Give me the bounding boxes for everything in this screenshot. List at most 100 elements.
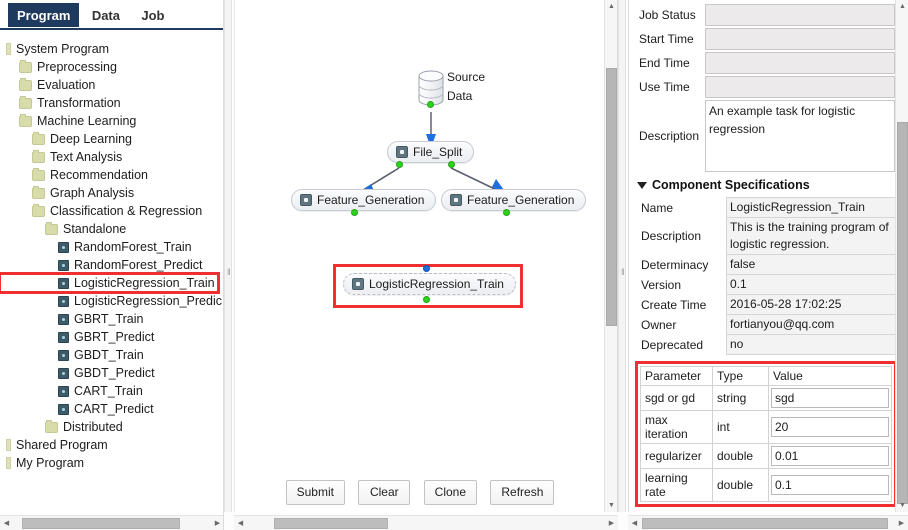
properties-hscroll-thumb[interactable] [642,518,888,529]
tab-job[interactable]: Job [132,3,173,27]
properties-hscrollbar[interactable]: ◀ ▶ [628,515,908,530]
tree-item-randomforest-train[interactable]: RandomForest_Train [0,238,223,256]
tree-item-shared-program[interactable]: Shared Program [0,436,223,454]
tree-item-logisticregression-predic[interactable]: LogisticRegression_Predic [0,292,223,310]
properties-vscrollbar[interactable]: ▲ ▼ [895,0,908,512]
node-logistic-regression-train-label: LogisticRegression_Train [369,277,504,291]
param-value-input-regularizer[interactable] [771,446,889,466]
scroll-left-arrow-icon[interactable]: ◀ [0,516,13,530]
start-time-value [705,28,895,50]
param-name-sgd-or-gd: sgd or gd [640,385,713,411]
task-description-value[interactable]: An example task for logistic regression [705,100,895,172]
tree-item-system-program[interactable]: System Program [0,40,223,58]
tab-program[interactable]: Program [8,3,80,27]
component-icon [450,194,462,206]
file-split-output-port-2[interactable] [448,161,455,168]
tree-item-preprocessing[interactable]: Preprocessing [0,58,223,76]
tree-item-label: CART_Train [74,384,143,398]
tree-item-cart-predict[interactable]: CART_Predict [0,400,223,418]
tree-item-cart-train[interactable]: CART_Train [0,382,223,400]
tree-item-label: Standalone [63,222,127,236]
param-value-input-learning-rate[interactable] [771,475,889,495]
node-feature-generation-right[interactable]: Feature_Generation [441,189,587,211]
workflow-canvas[interactable]: Source Data File_Split Feature_Generatio… [235,0,605,512]
properties-vscroll-thumb[interactable] [897,122,908,504]
scroll-up-arrow-icon[interactable]: ▲ [605,0,617,13]
tab-data[interactable]: Data [83,3,129,27]
component-icon [58,403,69,415]
scroll-left-arrow-icon[interactable]: ◀ [628,516,641,530]
param-row-sgd-or-gd: sgd or gd string [640,385,892,411]
tree-item-gbdt-predict[interactable]: GBDT_Predict [0,364,223,382]
param-type-regularizer: double [712,443,769,469]
scroll-down-arrow-icon[interactable]: ▼ [605,499,617,512]
component-icon [58,295,69,307]
tree-item-gbrt-train[interactable]: GBRT_Train [0,310,223,328]
scroll-left-arrow-icon[interactable]: ◀ [234,516,247,530]
tree-item-my-program[interactable]: My Program [0,454,223,472]
tree-item-distributed[interactable]: Distributed [0,418,223,436]
tree-item-standalone[interactable]: Standalone [0,220,223,238]
node-logistic-regression-train[interactable]: LogisticRegression_Train [343,273,516,295]
tree-item-machine-learning[interactable]: Machine Learning [0,112,223,130]
tree-item-logisticregression-train[interactable]: LogisticRegression_Train [0,272,220,294]
tree-item-label: Recommendation [50,168,148,182]
logistic-regression-train-input-port[interactable] [423,265,430,272]
param-type-sgd-or-gd: string [712,385,769,411]
folder-icon [32,131,45,145]
canvas-vscrollbar[interactable]: ▲ ▼ [604,0,617,512]
logistic-regression-train-output-port[interactable] [423,296,430,303]
tree-item-deep-learning[interactable]: Deep Learning [0,130,223,148]
spec-key-version: Version [641,277,682,292]
caret-down-icon [637,181,647,189]
left-panel-hscrollbar[interactable]: ◀ ▶ [0,515,223,530]
submit-button[interactable]: Submit [285,480,345,505]
hscroll-thumb[interactable] [22,518,180,529]
param-value-input-sgd-or-gd[interactable] [771,388,889,408]
canvas-hscrollbar[interactable]: ◀ ▶ [234,515,618,530]
param-row-learning-rate: learning rate double [640,468,892,502]
scroll-right-arrow-icon[interactable]: ▶ [605,516,618,530]
folder-icon [19,77,32,91]
component-specifications-header[interactable]: Component Specifications [637,178,895,192]
clear-button[interactable]: Clear [358,480,411,505]
spec-key-description: Description [641,229,702,243]
node-feature-generation-left[interactable]: Feature_Generation [291,189,437,211]
spec-value-determinacy: false [726,254,897,275]
tree-item-evaluation[interactable]: Evaluation [0,76,223,94]
component-icon [58,241,69,253]
splitter-left[interactable]: ‖ [224,0,232,512]
scroll-right-arrow-icon[interactable]: ▶ [895,516,908,530]
tree-item-transformation[interactable]: Transformation [0,94,223,112]
canvas-vscroll-thumb[interactable] [606,68,617,326]
refresh-button[interactable]: Refresh [490,480,555,505]
tree-item-classification-regression[interactable]: Classification & Regression [0,202,223,220]
component-icon [58,259,69,271]
source-data-output-port[interactable] [427,101,434,108]
source-data-label-line1: Source [447,70,486,84]
splitter-right[interactable]: ‖ [618,0,626,512]
program-tree[interactable]: System Program Preprocessing Evaluation Tra… [0,32,223,512]
tree-item-randomforest-predict[interactable]: RandomForest_Predict [0,256,223,274]
tree-item-label: Text Analysis [50,150,123,164]
clone-button[interactable]: Clone [423,480,478,505]
folder-icon [32,167,45,181]
scroll-right-arrow-icon[interactable]: ▶ [211,516,223,530]
tree-item-label: Preprocessing [37,60,117,74]
folder-icon [19,113,32,127]
tree-item-gbrt-predict[interactable]: GBRT_Predict [0,328,223,346]
param-value-input-max-iteration[interactable] [771,417,889,437]
scroll-up-arrow-icon[interactable]: ▲ [896,0,908,13]
feature-generation-right-output-port[interactable] [503,209,510,216]
file-split-output-port-1[interactable] [396,161,403,168]
tree-item-graph-analysis[interactable]: Graph Analysis [0,184,223,202]
scroll-down-arrow-icon[interactable]: ▼ [896,499,908,512]
tree-item-gbdt-train[interactable]: GBDT_Train [0,346,223,364]
component-icon [58,277,69,289]
canvas-hscroll-thumb[interactable] [274,518,388,529]
feature-generation-left-output-port[interactable] [351,209,358,216]
node-file-split[interactable]: File_Split [387,141,475,163]
tree-item-recommendation[interactable]: Recommendation [0,166,223,184]
tree-item-text-analysis[interactable]: Text Analysis [0,148,223,166]
root-node-icon [6,439,11,451]
